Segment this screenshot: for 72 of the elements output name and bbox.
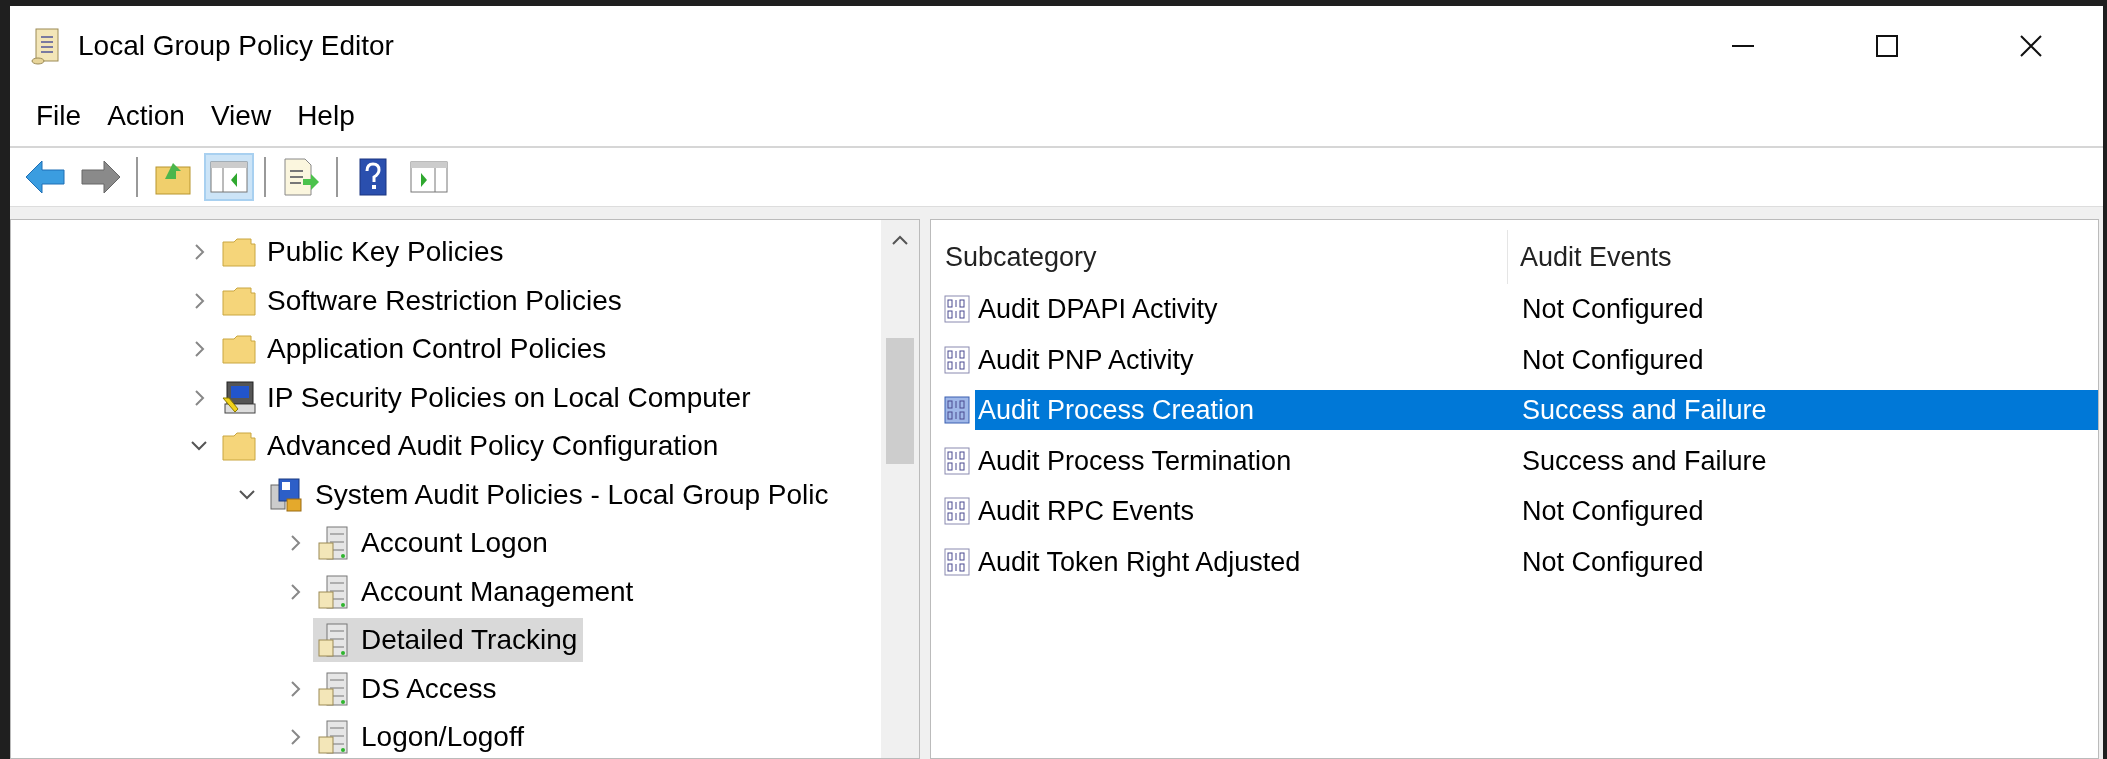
tree-item-label: Detailed Tracking	[361, 623, 578, 658]
policy-server-icon	[269, 476, 305, 513]
table-cell-text: Audit DPAPI Activity	[977, 293, 1219, 326]
table-cell-text: Not Configured	[1521, 495, 1704, 528]
table-cell-text: Success and Failure	[1521, 444, 1767, 478]
column-header[interactable]: Audit Events	[1508, 230, 2098, 284]
tree-item[interactable]: Software Restriction Policies	[217, 278, 628, 323]
tree-item[interactable]: Public Key Policies	[217, 230, 510, 275]
tree-item[interactable]: DS Access	[313, 666, 503, 711]
scrollbar-thumb[interactable]	[886, 338, 914, 464]
binary-document-icon	[943, 546, 971, 577]
table-row[interactable]: Audit Process Termination Success and Failure	[975, 440, 2098, 481]
folder-icon	[221, 236, 257, 269]
help-icon[interactable]	[358, 157, 388, 197]
tree-item-label: Public Key Policies	[267, 235, 504, 270]
tree-item[interactable]: Account Management	[313, 569, 640, 614]
table-cell-text: Not Configured	[1521, 545, 1704, 579]
table-cell-text: Not Configured	[1521, 293, 1704, 326]
tree-item-label: Software Restriction Policies	[267, 283, 622, 318]
window-title: Local Group Policy Editor	[78, 29, 394, 63]
menu-item[interactable]: Action	[95, 95, 197, 137]
table-cell-text: Audit Process Creation	[977, 394, 1256, 427]
column-header[interactable]: Subcategory	[943, 230, 1508, 284]
table-cell-text: Audit PNP Activity	[977, 343, 1195, 377]
tree-item[interactable]: IP Security Policies on Local Computer	[217, 375, 757, 420]
table-row[interactable]: Audit RPC Events Not Configured	[975, 491, 2098, 532]
tree-item[interactable]: Account Logon	[313, 521, 554, 566]
tree-item-label: Application Control Policies	[267, 332, 607, 367]
tree-item-label: DS Access	[361, 671, 497, 706]
server-stack-icon	[317, 670, 351, 707]
table-row[interactable]: Audit Process Creation Success and Failure	[975, 390, 2098, 431]
show-tree-icon[interactable]	[209, 159, 249, 195]
server-stack-icon	[317, 622, 351, 659]
folder-icon	[221, 430, 257, 463]
tree-item-label: Account Logon	[361, 526, 548, 561]
table-cell-text: Not Configured	[1521, 343, 1704, 377]
tree-item-label: IP Security Policies on Local Computer	[267, 380, 751, 415]
server-stack-icon	[317, 525, 351, 562]
tree-item[interactable]: Advanced Audit Policy Configuration	[217, 424, 725, 469]
folder-icon	[221, 284, 257, 317]
binary-document-icon	[943, 344, 971, 375]
server-stack-icon	[317, 573, 351, 610]
menu-item[interactable]: View	[198, 95, 284, 137]
binary-document-icon	[943, 395, 971, 426]
tree-item[interactable]: Application Control Policies	[217, 327, 613, 372]
maximize-icon	[1876, 35, 1898, 57]
menu-item[interactable]: File	[24, 95, 94, 137]
show-action-pane-icon[interactable]	[409, 159, 449, 195]
minimize-icon	[1732, 45, 1754, 47]
scrollbar[interactable]	[881, 220, 919, 758]
table-cell-text: Audit RPC Events	[977, 495, 1196, 528]
table-row[interactable]: Audit Token Right Adjusted Not Configured	[975, 541, 2098, 582]
binary-document-icon	[943, 496, 971, 527]
binary-document-icon	[943, 294, 971, 325]
tree-item-label: Account Management	[361, 574, 634, 609]
folder-icon	[221, 333, 257, 366]
table-cell-text: Success and Failure	[1521, 394, 1767, 427]
tree-item-label: Advanced Audit Policy Configuration	[267, 429, 719, 464]
table-cell-text: Audit Token Right Adjusted	[977, 545, 1302, 579]
binary-document-icon	[943, 445, 971, 476]
tree-item[interactable]: System Audit Policies - Local Group Polic	[265, 472, 835, 517]
tree-item[interactable]: Detailed Tracking	[313, 618, 584, 663]
server-stack-icon	[317, 719, 351, 756]
tree-item[interactable]: Logon/Logoff	[313, 715, 530, 758]
tree-item-label: System Audit Policies - Local Group Polic	[315, 477, 829, 512]
tree-item-label: Logon/Logoff	[361, 720, 524, 755]
computer-key-icon	[221, 379, 257, 416]
table-row[interactable]: Audit PNP Activity Not Configured	[975, 339, 2098, 380]
table-row[interactable]: Audit DPAPI Activity Not Configured	[975, 289, 2098, 330]
close-icon	[2020, 35, 2042, 57]
menu-item[interactable]: Help	[285, 95, 367, 137]
table-cell-text: Audit Process Termination	[977, 444, 1293, 478]
